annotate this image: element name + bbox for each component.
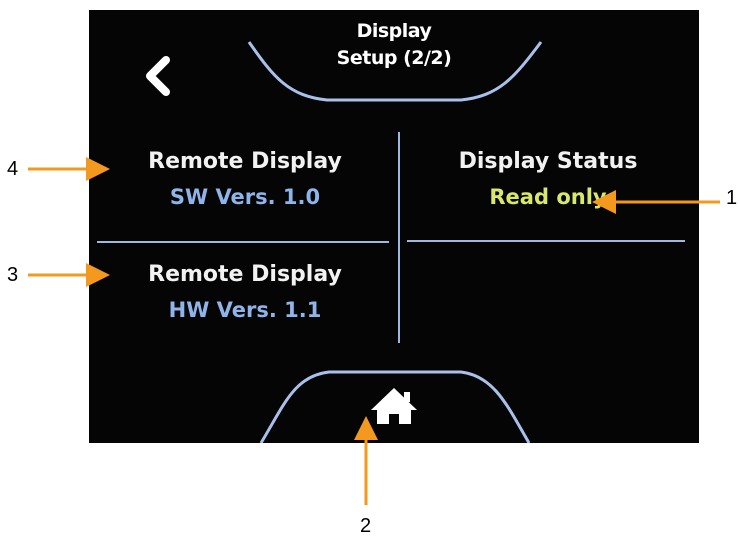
display-status-label: Display Status — [458, 149, 638, 174]
display-status-value: Read only — [489, 185, 607, 209]
sw-version-value: SW Vers. 1.0 — [169, 185, 321, 209]
home-icon — [371, 388, 417, 424]
title-line-1: Display — [356, 20, 432, 42]
sw-version-cell[interactable]: Remote Display SW Vers. 1.0 — [95, 144, 395, 214]
callout-label-2: 2 — [360, 515, 372, 537]
hw-version-label: Remote Display — [148, 262, 342, 287]
title-line-2: Setup (2/2) — [336, 47, 452, 69]
sw-version-label: Remote Display — [148, 149, 342, 174]
screen-frame — [97, 41, 685, 443]
hw-version-value: HW Vers. 1.1 — [168, 298, 322, 322]
chevron-left-icon — [146, 56, 170, 96]
callout-label-1: 1 — [726, 187, 738, 209]
screen-title: Display Setup (2/2) — [304, 18, 484, 72]
back-button[interactable] — [139, 55, 179, 97]
hw-version-cell[interactable]: Remote Display HW Vers. 1.1 — [95, 257, 395, 327]
manual-figure: Display Setup (2/2) Remote Display SW Ve… — [0, 0, 739, 539]
callout-label-3: 3 — [7, 264, 19, 286]
callout-label-4: 4 — [7, 158, 19, 180]
home-button[interactable] — [359, 380, 429, 430]
display-status-cell[interactable]: Display Status Read only — [407, 144, 689, 214]
device-screen: Display Setup (2/2) Remote Display SW Ve… — [89, 10, 699, 443]
